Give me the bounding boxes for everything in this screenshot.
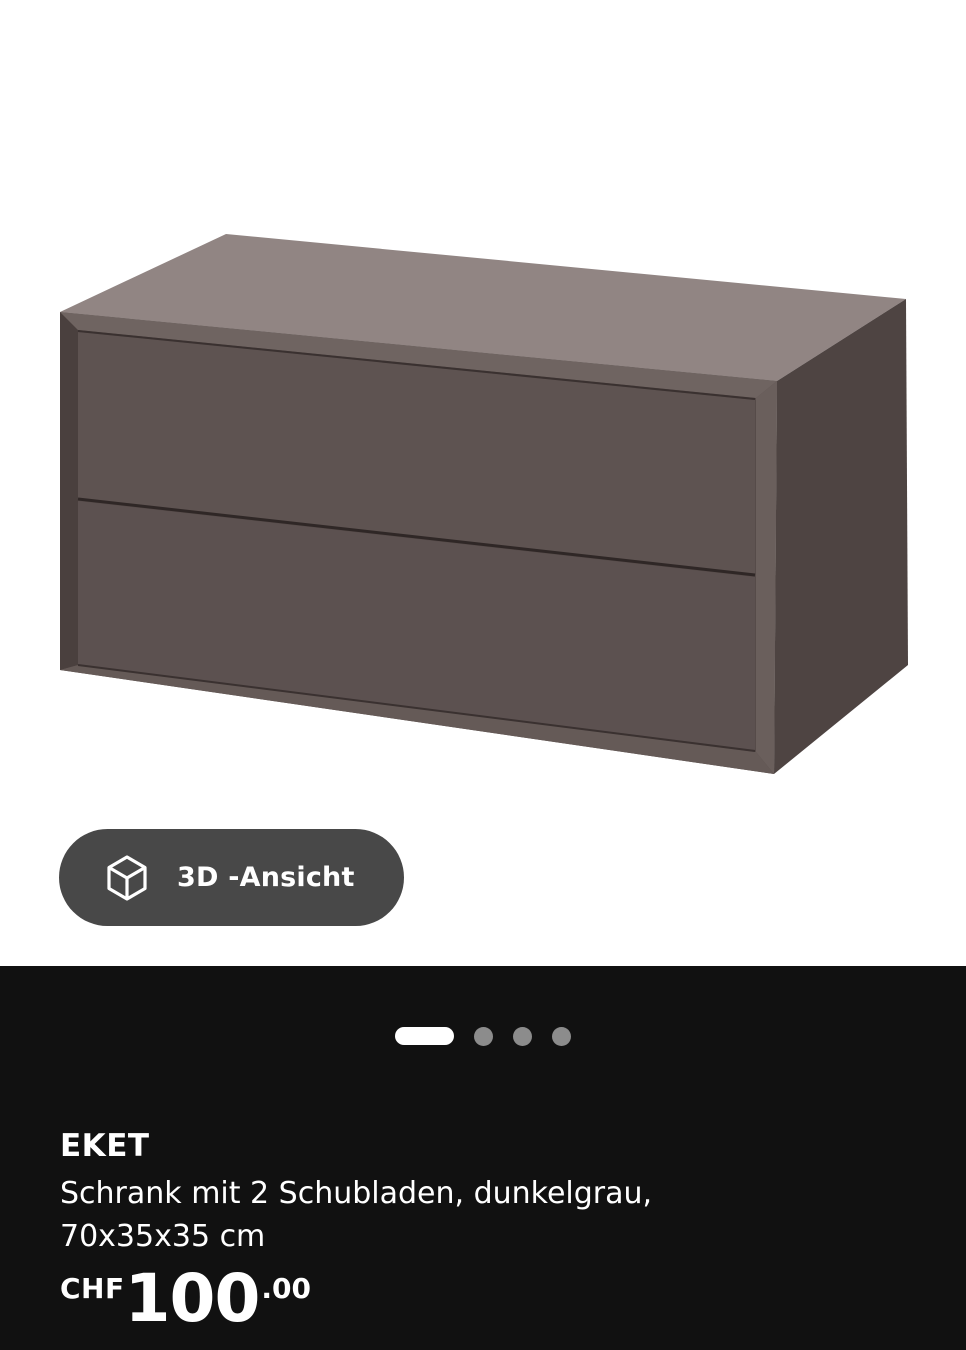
product-name: EKET <box>60 1128 150 1164</box>
cabinet-right-bevel <box>756 381 777 774</box>
carousel-dot[interactable] <box>513 1026 532 1046</box>
product-image <box>60 234 908 774</box>
carousel-dot[interactable] <box>474 1026 493 1046</box>
product-info-panel: EKET Schrank mit 2 Schubladen, dunkelgra… <box>0 966 966 1350</box>
carousel-indicator <box>395 1026 571 1046</box>
cube-3d-icon <box>107 854 147 901</box>
view-3d-label: 3D -Ansicht <box>177 862 355 893</box>
cabinet-left-bevel <box>60 312 78 670</box>
price-integer: 100 <box>124 1260 261 1337</box>
product-description: Schrank mit 2 Schubladen, dunkelgrau, 70… <box>60 1176 653 1254</box>
price-decimals: .00 <box>261 1272 311 1305</box>
carousel-dot-active[interactable] <box>395 1027 454 1045</box>
carousel-dot[interactable] <box>552 1026 571 1046</box>
product-image-area[interactable]: 3D -Ansicht <box>0 0 966 966</box>
product-price: CHF 100 .00 <box>60 1266 311 1332</box>
price-currency: CHF <box>60 1272 125 1305</box>
view-3d-button[interactable]: 3D -Ansicht <box>59 829 404 926</box>
cabinet-side-panel <box>774 299 908 774</box>
